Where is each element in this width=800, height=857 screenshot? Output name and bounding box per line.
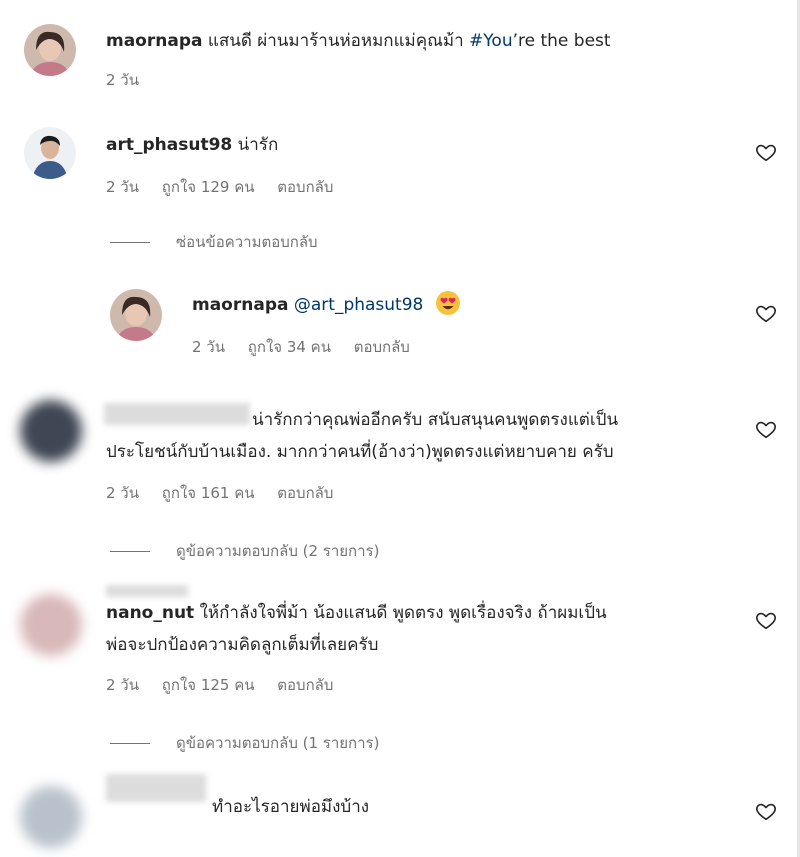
thread-line: [110, 550, 150, 552]
heart-eyes-emoji-icon: [435, 291, 460, 315]
comment-likes[interactable]: ถูกใจ 161 คน: [162, 484, 255, 502]
comment-username[interactable]: art_phasut98: [106, 135, 232, 155]
reply-button[interactable]: ตอบกลับ: [277, 178, 333, 196]
comment-text: น่ารัก: [237, 135, 279, 155]
comment-text: ประโยชน์กับบ้านเมือง. มากกว่าคนที่(อ้างว…: [106, 442, 614, 462]
redacted-username: [104, 403, 250, 425]
comment-username[interactable]: maornapa: [192, 295, 288, 315]
comment-text: น่ารักกว่าคุณพ่ออีกครับ สนับสนุนคนพูดตรง…: [252, 410, 619, 430]
thread-line: [110, 241, 150, 243]
avatar[interactable]: [24, 24, 76, 76]
comment-text-tail: ’re the best: [512, 31, 611, 51]
comment-username[interactable]: nano_nut: [106, 603, 194, 623]
comment-text: ให้กำลังใจพี่ม้า น้องแสนดี พูดตรง พูดเรื…: [199, 603, 607, 623]
comment-text: ทำอะไรอายพ่อมึงบ้าง: [212, 797, 370, 817]
like-heart-icon[interactable]: [755, 609, 777, 631]
comment-body: maornapa แสนดี ผ่านมาร้านห่อหมกแม่คุณม้า…: [106, 26, 611, 56]
avatar[interactable]: [20, 786, 82, 848]
avatar[interactable]: [24, 127, 76, 179]
hide-replies-button[interactable]: ซ่อนข้อความตอบกลับ: [110, 230, 318, 254]
thread-toggle-label: ดูข้อความตอบกลับ (1 รายการ): [176, 734, 380, 752]
thread-toggle-label: ซ่อนข้อความตอบกลับ: [176, 233, 318, 251]
like-heart-icon[interactable]: [755, 141, 777, 163]
comment-likes[interactable]: ถูกใจ 34 คน: [248, 338, 331, 356]
like-heart-icon[interactable]: [755, 302, 777, 324]
reply-button[interactable]: ตอบกลับ: [277, 676, 333, 694]
comment-meta: 2 วัน ถูกใจ 125 คน ตอบกลับ: [106, 673, 351, 697]
comment-username[interactable]: maornapa: [106, 31, 202, 51]
like-heart-icon[interactable]: [755, 800, 777, 822]
comment-body: maornapa @art_phasut98: [192, 290, 461, 320]
view-replies-button[interactable]: ดูข้อความตอบกลับ (1 รายการ): [110, 731, 379, 755]
comment-text: พ่อจะปกป้องความคิดลูกเต็มที่เลยครับ: [106, 635, 379, 655]
comment-likes[interactable]: ถูกใจ 129 คน: [162, 178, 255, 196]
comment-time[interactable]: 2 วัน: [106, 71, 139, 89]
comment-text: แสนดี ผ่านมาร้านห่อหมกแม่คุณม้า: [207, 31, 464, 51]
comment-meta: 2 วัน: [106, 68, 157, 92]
avatar[interactable]: [20, 400, 82, 462]
comment-time[interactable]: 2 วัน: [192, 338, 225, 356]
mention-link[interactable]: @art_phasut98: [294, 295, 423, 315]
comment-time[interactable]: 2 วัน: [106, 178, 139, 196]
comment-time[interactable]: 2 วัน: [106, 484, 139, 502]
hashtag-link[interactable]: #You: [469, 31, 513, 51]
comment-likes[interactable]: ถูกใจ 125 คน: [162, 676, 255, 694]
like-heart-icon[interactable]: [755, 418, 777, 440]
comment-body: nano_nut ให้กำลังใจพี่ม้า น้องแสนดี พูดต…: [106, 598, 607, 628]
redacted-username: [106, 585, 188, 597]
comment-meta: 2 วัน ถูกใจ 34 คน ตอบกลับ: [192, 335, 428, 359]
reply-button[interactable]: ตอบกลับ: [354, 338, 410, 356]
avatar[interactable]: [110, 289, 162, 341]
comment-meta: 2 วัน ถูกใจ 161 คน ตอบกลับ: [106, 481, 351, 505]
comment-meta: 2 วัน ถูกใจ 129 คน ตอบกลับ: [106, 175, 351, 199]
avatar[interactable]: [20, 594, 82, 656]
thread-line: [110, 742, 150, 744]
comments-panel: maornapa แสนดี ผ่านมาร้านห่อหมกแม่คุณม้า…: [0, 0, 800, 857]
comment-time[interactable]: 2 วัน: [106, 676, 139, 694]
redacted-username: [106, 774, 206, 802]
view-replies-button[interactable]: ดูข้อความตอบกลับ (2 รายการ): [110, 539, 379, 563]
reply-button[interactable]: ตอบกลับ: [277, 484, 333, 502]
thread-toggle-label: ดูข้อความตอบกลับ (2 รายการ): [176, 542, 380, 560]
comment-body: art_phasut98 น่ารัก: [106, 130, 278, 160]
